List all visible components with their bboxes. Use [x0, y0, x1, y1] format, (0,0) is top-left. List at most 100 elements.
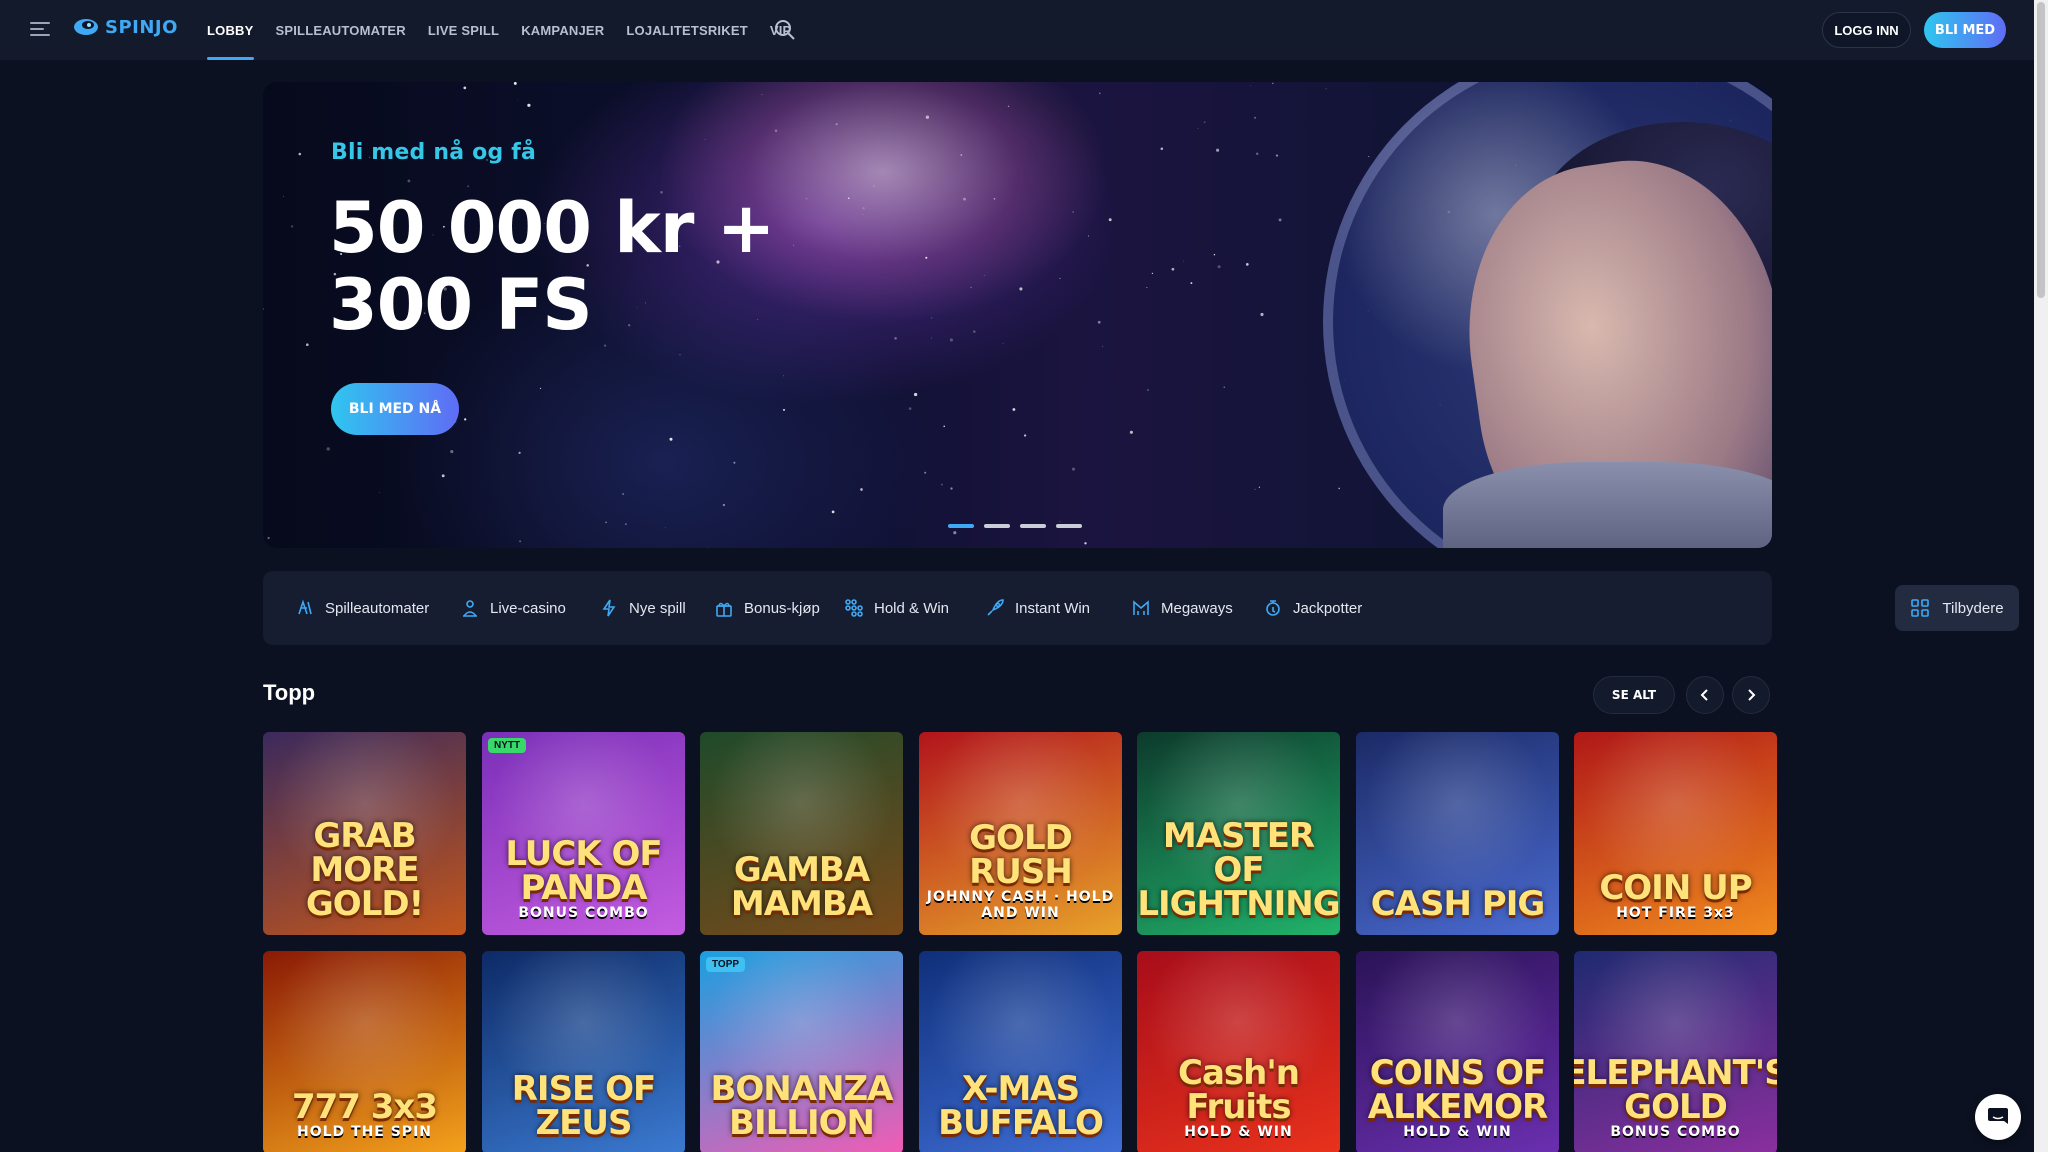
rocket-icon [987, 599, 1004, 616]
login-button[interactable]: LOGG INN [1822, 12, 1911, 48]
star [860, 488, 863, 491]
star [1002, 342, 1004, 344]
game-tile[interactable]: GRAB MORE GOLD! [263, 732, 466, 935]
star [1151, 272, 1154, 275]
star [1099, 92, 1101, 94]
game-title: GOLD RUSH JOHNNY CASH · HOLD AND WIN [919, 821, 1122, 935]
category-instant-win[interactable]: Instant Win [985, 571, 1090, 645]
hamburger-menu-icon[interactable] [30, 20, 52, 38]
nav-item-lojalitetsriket[interactable]: LOJALITETSRIKET [626, 0, 747, 60]
star [463, 86, 467, 90]
star [970, 286, 972, 289]
search-icon[interactable] [773, 18, 797, 42]
star [925, 115, 930, 119]
carousel-prev-button[interactable] [1686, 676, 1724, 714]
category-jackpotter[interactable]: Jackpotter [1263, 571, 1362, 645]
star [669, 437, 673, 441]
star [605, 521, 607, 524]
category-megaways[interactable]: Megaways [1131, 571, 1233, 645]
star [806, 198, 808, 200]
game-title: GRAB MORE GOLD! [263, 819, 466, 935]
star [1216, 148, 1220, 152]
brand-logo[interactable]: SPINJO [73, 16, 178, 38]
game-badge: NYTT [488, 738, 527, 753]
carousel-pagination [948, 524, 1082, 528]
game-tile[interactable]: COINS OF ALKEMOR HOLD & WIN [1356, 951, 1559, 1152]
star [973, 330, 976, 333]
star [1217, 265, 1221, 269]
game-tile[interactable]: MASTER OF LIGHTNING [1137, 732, 1340, 935]
carousel-dot[interactable] [1056, 524, 1082, 528]
category-bonus-kj-p[interactable]: Bonus-kjøp [714, 571, 820, 645]
hero-banner[interactable]: Bli med nå og få 50 000 kr + 300 FS BLI … [263, 82, 1772, 548]
star [1260, 312, 1264, 317]
star [519, 540, 522, 543]
game-title-text: GAMBA MAMBA [730, 850, 873, 924]
providers-button[interactable]: Tilbydere [1895, 585, 2019, 631]
star [862, 214, 864, 215]
category-live-casino[interactable]: Live-casino [460, 571, 566, 645]
star [831, 510, 835, 514]
game-title: GAMBA MAMBA [700, 853, 903, 935]
megaways-icon [1133, 600, 1149, 615]
star [1171, 267, 1175, 271]
chat-support-button[interactable] [1975, 1094, 2021, 1140]
game-tile[interactable]: ELEPHANT'S GOLD BONUS COMBO [1574, 951, 1777, 1152]
game-tile[interactable]: X-MAS BUFFALO [919, 951, 1122, 1152]
star [706, 546, 708, 548]
star [1007, 105, 1010, 107]
star [1197, 127, 1199, 129]
star [527, 103, 531, 107]
star [1146, 389, 1149, 391]
star [1059, 277, 1061, 279]
nav-item-spilleautomater[interactable]: SPILLEAUTOMATER [276, 0, 406, 60]
page-scrollbar[interactable] [2034, 0, 2048, 1152]
nav-item-lobby[interactable]: LOBBY [207, 0, 254, 60]
game-title: ELEPHANT'S GOLD BONUS COMBO [1574, 1056, 1777, 1152]
star [924, 471, 927, 474]
star [1258, 486, 1261, 488]
star [1275, 154, 1279, 157]
category-hold-win[interactable]: Hold & Win [844, 571, 949, 645]
star [539, 387, 542, 390]
star [1203, 121, 1206, 124]
category-spilleautomater[interactable]: Spilleautomater [295, 571, 429, 645]
carousel-dot[interactable] [1020, 524, 1046, 528]
star [950, 487, 953, 490]
carousel-dot[interactable] [948, 524, 974, 528]
star [873, 185, 875, 187]
game-tile[interactable]: TOPP BONANZA BILLION [700, 951, 903, 1152]
game-subtitle: BONUS COMBO [518, 905, 649, 921]
game-tile[interactable]: NYTT LUCK OF PANDA BONUS COMBO [482, 732, 685, 935]
category-nye-spill[interactable]: Nye spill [599, 571, 686, 645]
game-tile[interactable]: Cash'n Fruits HOLD & WIN [1137, 951, 1340, 1152]
nav-item-live-spill[interactable]: LIVE SPILL [428, 0, 499, 60]
see-all-button[interactable]: SE ALT [1593, 676, 1675, 714]
spinjo-logo-icon [73, 16, 99, 38]
star [603, 344, 607, 347]
game-title-text: CASH PIG [1370, 884, 1546, 924]
game-tile[interactable]: 777 3x3 HOLD THE SPIN [263, 951, 466, 1152]
scrollbar-thumb[interactable] [2037, 2, 2045, 298]
star [847, 197, 850, 200]
hero-join-now-button[interactable]: BLI MED NÅ [331, 383, 459, 435]
game-tile[interactable]: RISE OF ZEUS [482, 951, 685, 1152]
star [1097, 320, 1101, 324]
game-tile[interactable]: GAMBA MAMBA [700, 732, 903, 935]
game-tile[interactable]: COIN UP HOT FIRE 3x3 [1574, 732, 1777, 935]
carousel-next-button[interactable] [1732, 676, 1770, 714]
carousel-dot[interactable] [984, 524, 1010, 528]
star [908, 407, 912, 410]
join-button[interactable]: BLI MED [1924, 12, 2006, 48]
game-subtitle: JOHNNY CASH · HOLD AND WIN [926, 889, 1115, 921]
game-title-text: COIN UP [1599, 868, 1752, 908]
nav-item-kampanjer[interactable]: KAMPANJER [521, 0, 604, 60]
game-title-text: ELEPHANT'S GOLD [1574, 1053, 1777, 1127]
game-tile[interactable]: CASH PIG [1356, 732, 1559, 935]
star [1023, 434, 1027, 437]
game-tile[interactable]: GOLD RUSH JOHNNY CASH · HOLD AND WIN [919, 732, 1122, 935]
game-title-text: GRAB MORE GOLD! [305, 816, 424, 924]
star [722, 503, 726, 507]
star [1278, 218, 1282, 222]
star [1160, 147, 1164, 151]
